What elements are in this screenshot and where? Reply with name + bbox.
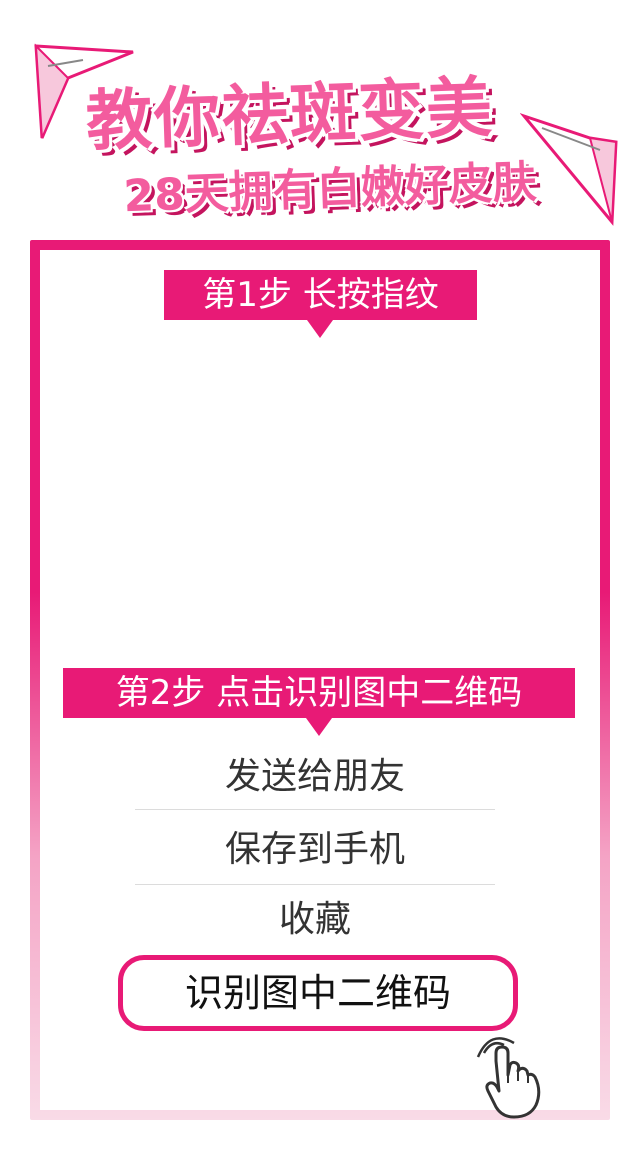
tap-hand-icon bbox=[476, 1037, 541, 1119]
step-1-label: 第1步 长按指纹 bbox=[164, 270, 477, 320]
step-2-label: 第2步 点击识别图中二维码 bbox=[63, 668, 575, 718]
header: 教你祛斑变美 28天拥有白嫩好皮肤 bbox=[0, 0, 640, 240]
page-title: 教你祛斑变美 bbox=[84, 68, 496, 161]
menu-item-send-to-friend[interactable]: 发送给朋友 bbox=[135, 747, 495, 807]
menu-item-favorite[interactable]: 收藏 bbox=[135, 890, 495, 950]
menu-divider bbox=[135, 884, 495, 885]
scan-qr-code-button[interactable]: 识别图中二维码 bbox=[118, 955, 518, 1031]
page-subtitle: 28天拥有白嫩好皮肤 bbox=[122, 156, 538, 223]
step-2-arrow bbox=[306, 718, 332, 736]
menu-divider bbox=[135, 809, 495, 810]
menu-item-save-to-phone[interactable]: 保存到手机 bbox=[135, 820, 495, 880]
step-1-arrow bbox=[307, 320, 333, 338]
